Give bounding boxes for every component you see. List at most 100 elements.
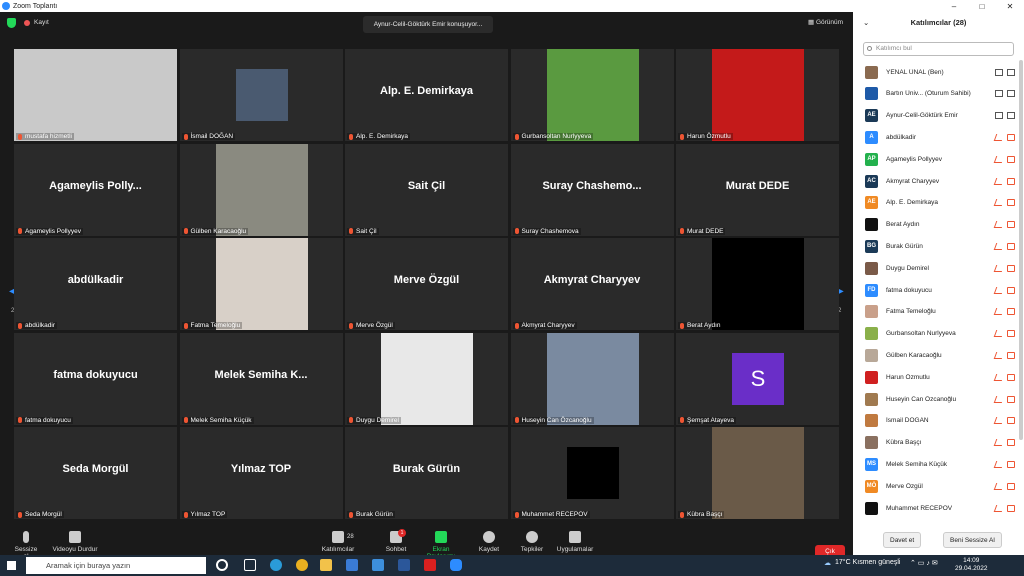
mic-status-icon[interactable] bbox=[993, 395, 1005, 403]
weather-text[interactable]: 17°C Kısmen güneşli bbox=[835, 559, 900, 566]
participants-button[interactable]: 28 Katılımcılar bbox=[320, 531, 356, 553]
close-button[interactable]: ✕ bbox=[996, 2, 1024, 11]
video-status-icon[interactable] bbox=[1007, 177, 1015, 185]
video-tile[interactable]: Kübra Başçı bbox=[676, 427, 839, 519]
collapse-chevron-icon[interactable]: ⌄ bbox=[863, 12, 869, 34]
mic-status-icon[interactable] bbox=[993, 199, 1005, 207]
tray-icons[interactable]: ⌃ ▭ ♪ ✉ bbox=[910, 559, 938, 567]
video-tile[interactable]: Gülben Karacaoğlu bbox=[179, 143, 343, 236]
participant-row[interactable]: Harun Özmutlu bbox=[865, 367, 1015, 387]
edge-icon[interactable] bbox=[270, 559, 282, 571]
video-tile[interactable]: İsmail DOĞAN bbox=[179, 49, 343, 141]
participant-row[interactable]: Gülben Karacaoğlu bbox=[865, 345, 1015, 365]
mic-status-icon[interactable] bbox=[993, 177, 1005, 185]
video-status-icon[interactable] bbox=[1007, 286, 1015, 294]
video-tile[interactable]: Yılmaz TOP Yılmaz TOP bbox=[179, 427, 343, 519]
mic-status-icon[interactable] bbox=[993, 460, 1005, 468]
participant-row[interactable]: AE Aynur-Celil-Göktürk Emir bbox=[865, 106, 1015, 126]
video-tile[interactable]: Agameylis Polly... Agameylis Pollyyev bbox=[14, 143, 177, 236]
participant-row[interactable]: Berat Aydın bbox=[865, 215, 1015, 235]
mail-icon[interactable] bbox=[372, 559, 384, 571]
mic-status-icon[interactable] bbox=[995, 112, 1003, 120]
invite-button[interactable]: Davet et bbox=[883, 532, 922, 548]
video-tile[interactable]: Burak Gürün Burak Gürün bbox=[345, 427, 508, 519]
video-tile[interactable]: Huseyin Can Özcanoğlu bbox=[510, 332, 674, 425]
participant-row[interactable]: Fatma Temeloğlu bbox=[865, 302, 1015, 322]
file-explorer-icon[interactable] bbox=[320, 559, 332, 571]
mic-status-icon[interactable] bbox=[995, 90, 1003, 98]
video-tile[interactable]: Gurbansoltan Nurlyyeva bbox=[510, 49, 674, 141]
video-status-icon[interactable] bbox=[1007, 264, 1015, 272]
view-button[interactable]: ▦ Görünüm bbox=[808, 18, 843, 26]
video-status-icon[interactable] bbox=[1007, 221, 1015, 229]
video-tile[interactable]: Murat DEDE Murat DEDE bbox=[676, 143, 839, 236]
participant-row[interactable]: MÖ Merve Özgül bbox=[865, 476, 1015, 496]
taskbar-search-input[interactable]: Aramak için buraya yazın bbox=[26, 557, 206, 574]
video-tile[interactable]: Seda Morgül Seda Morgül bbox=[14, 427, 177, 519]
video-status-icon[interactable] bbox=[1007, 351, 1015, 359]
video-tile[interactable]: Akmyrat Charyyev Akmyrat Charyyev bbox=[510, 238, 674, 330]
chat-button[interactable]: 1 Sohbet bbox=[384, 529, 408, 553]
video-status-icon[interactable] bbox=[1007, 112, 1015, 120]
video-status-icon[interactable] bbox=[1007, 504, 1015, 512]
participant-row[interactable]: AC Akmyrat Charyyev bbox=[865, 171, 1015, 191]
video-status-icon[interactable] bbox=[1007, 439, 1015, 447]
video-status-icon[interactable] bbox=[1007, 90, 1015, 98]
mic-status-icon[interactable] bbox=[993, 242, 1005, 250]
mic-status-icon[interactable] bbox=[993, 351, 1005, 359]
participant-row[interactable]: AE Alp. E. Demirkaya bbox=[865, 193, 1015, 213]
shield-icon[interactable] bbox=[7, 18, 16, 28]
video-status-icon[interactable] bbox=[1007, 133, 1015, 141]
participant-row[interactable]: Bartın Üniv... (Oturum Sahibi) bbox=[865, 84, 1015, 104]
store-icon[interactable] bbox=[346, 559, 358, 571]
video-status-icon[interactable] bbox=[1007, 308, 1015, 316]
video-tile[interactable]: Melek Semiha K... Melek Semiha Küçük bbox=[179, 332, 343, 425]
participant-row[interactable]: Aabdülkadir bbox=[865, 127, 1015, 147]
participant-row[interactable]: Duygu Demirel bbox=[865, 258, 1015, 278]
mic-status-icon[interactable] bbox=[993, 504, 1005, 512]
mic-status-icon[interactable] bbox=[993, 264, 1005, 272]
mic-status-icon[interactable] bbox=[993, 373, 1005, 381]
participant-list-scrollbar[interactable] bbox=[1019, 60, 1023, 440]
participant-row[interactable]: Kübra Başçı bbox=[865, 433, 1015, 453]
mic-status-icon[interactable] bbox=[993, 482, 1005, 490]
word-icon[interactable] bbox=[398, 559, 410, 571]
chrome-icon[interactable] bbox=[296, 559, 308, 571]
participant-row[interactable]: İsmail DOĞAN bbox=[865, 411, 1015, 431]
video-status-icon[interactable] bbox=[1007, 482, 1015, 490]
participant-row[interactable]: BG Burak Gürün bbox=[865, 236, 1015, 256]
stop-video-button[interactable]: Videoyu Durdur bbox=[52, 531, 98, 553]
minimize-button[interactable]: – bbox=[940, 2, 968, 11]
video-tile[interactable]: Suray Chashemo... Suray Chashemova bbox=[510, 143, 674, 236]
taskbar-clock[interactable]: 14:09 29.04.2022 bbox=[955, 557, 988, 573]
video-status-icon[interactable] bbox=[1007, 460, 1015, 468]
weather-icon[interactable]: ☁ bbox=[824, 559, 831, 567]
reactions-button[interactable]: Tepkiler bbox=[519, 531, 545, 553]
maximize-button[interactable]: □ bbox=[968, 2, 996, 11]
participant-row[interactable]: Huseyin Can Özcanoğlu bbox=[865, 389, 1015, 409]
mute-me-button[interactable]: Beni Sessize Al bbox=[943, 532, 1002, 548]
video-tile[interactable]: abdülkadir abdülkadir bbox=[14, 238, 177, 330]
video-tile[interactable]: Alp. E. Demirkaya Alp. E. Demirkaya bbox=[345, 49, 508, 141]
cortana-icon[interactable] bbox=[216, 559, 228, 571]
video-status-icon[interactable] bbox=[1007, 242, 1015, 250]
video-tile[interactable]: Berat Aydın bbox=[676, 238, 839, 330]
windows-start-icon[interactable] bbox=[7, 561, 16, 570]
mic-status-icon[interactable] bbox=[993, 439, 1005, 447]
apps-button[interactable]: Uygulamalar bbox=[556, 531, 594, 553]
participant-row[interactable]: Gurbansoltan Nurlyyeva bbox=[865, 324, 1015, 344]
video-status-icon[interactable] bbox=[1007, 155, 1015, 163]
participant-row[interactable]: AP Agameylis Pollyyev bbox=[865, 149, 1015, 169]
video-tile[interactable]: Harun Özmutlu bbox=[676, 49, 839, 141]
video-tile[interactable]: Fatma Temeloğlu bbox=[179, 238, 343, 330]
video-tile[interactable]: mustafa hizmetli bbox=[14, 49, 177, 141]
mic-status-icon[interactable] bbox=[993, 330, 1005, 338]
mic-status-icon[interactable] bbox=[995, 68, 1003, 76]
participant-row[interactable]: Muhammet RECEPOV bbox=[865, 498, 1015, 518]
video-tile[interactable]: Merve Özgül Merve Özgül bbox=[345, 238, 508, 330]
recording-indicator[interactable]: Kayıt bbox=[24, 19, 49, 26]
video-status-icon[interactable] bbox=[1007, 330, 1015, 338]
video-status-icon[interactable] bbox=[1007, 199, 1015, 207]
task-view-icon[interactable] bbox=[244, 559, 256, 571]
video-tile[interactable]: S Şemşat Atayeva bbox=[676, 332, 839, 425]
